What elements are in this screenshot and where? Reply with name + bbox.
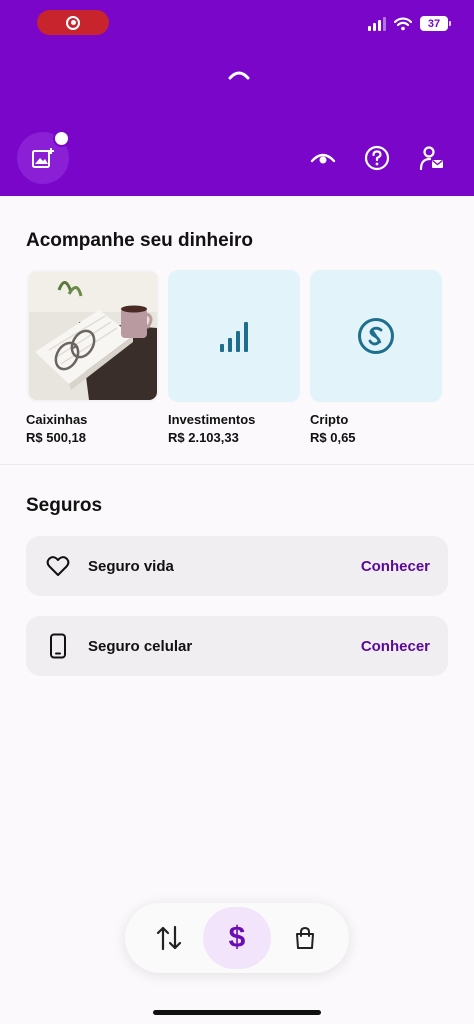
- book-glasses-photo: [29, 272, 157, 400]
- header: 37: [0, 0, 474, 196]
- card-label: Caixinhas: [26, 412, 88, 427]
- cripto-card[interactable]: [310, 270, 442, 402]
- screen-record-icon: [66, 15, 80, 30]
- seguro-vida-row[interactable]: Seguro vida Conhecer: [26, 536, 448, 596]
- notification-dot: [53, 130, 70, 147]
- shopping-bag-icon: [296, 926, 314, 949]
- bottom-nav: $: [125, 903, 349, 973]
- caixinhas-card[interactable]: [27, 270, 159, 402]
- eye-icon[interactable]: [309, 144, 337, 172]
- heart-icon: [43, 551, 73, 581]
- nav-shopping[interactable]: [271, 907, 339, 969]
- bar-chart-icon: [220, 322, 248, 352]
- wifi-icon: [394, 17, 412, 30]
- conhecer-link[interactable]: Conhecer: [361, 638, 430, 655]
- card-value: R$ 2.103,33: [168, 430, 239, 445]
- divider: [0, 464, 474, 465]
- loading-spinner-icon: [228, 71, 250, 80]
- transfer-arrows-icon: [156, 925, 182, 951]
- insurance-section-title: Seguros: [26, 495, 103, 516]
- profile-mail-icon[interactable]: [418, 144, 446, 172]
- insurance-label: Seguro vida: [88, 557, 174, 575]
- battery-level: 37: [427, 17, 441, 30]
- crypto-coin-icon: [358, 318, 394, 354]
- nav-transfer[interactable]: [135, 907, 203, 969]
- dollar-icon: $: [228, 921, 246, 954]
- screen-record-indicator[interactable]: [37, 10, 109, 35]
- money-section-title: Acompanhe seu dinheiro: [26, 230, 253, 251]
- battery-icon: 37: [420, 16, 451, 31]
- investimentos-card[interactable]: [168, 270, 300, 402]
- card-label: Investimentos: [168, 412, 256, 427]
- home-indicator: [153, 1010, 321, 1015]
- add-photo-button[interactable]: [17, 130, 70, 184]
- phone-icon: [43, 631, 73, 661]
- card-value: R$ 500,18: [26, 430, 86, 445]
- seguro-celular-row[interactable]: Seguro celular Conhecer: [26, 616, 448, 676]
- insurance-label: Seguro celular: [88, 637, 193, 655]
- help-icon[interactable]: [363, 144, 391, 172]
- cellular-signal-icon: [368, 16, 386, 31]
- card-label: Cripto: [310, 412, 349, 427]
- card-value: R$ 0,65: [310, 430, 356, 445]
- nav-money[interactable]: $: [203, 907, 271, 969]
- add-photo-icon: [32, 148, 54, 168]
- status-bar: 37: [368, 16, 451, 31]
- conhecer-link[interactable]: Conhecer: [361, 558, 430, 575]
